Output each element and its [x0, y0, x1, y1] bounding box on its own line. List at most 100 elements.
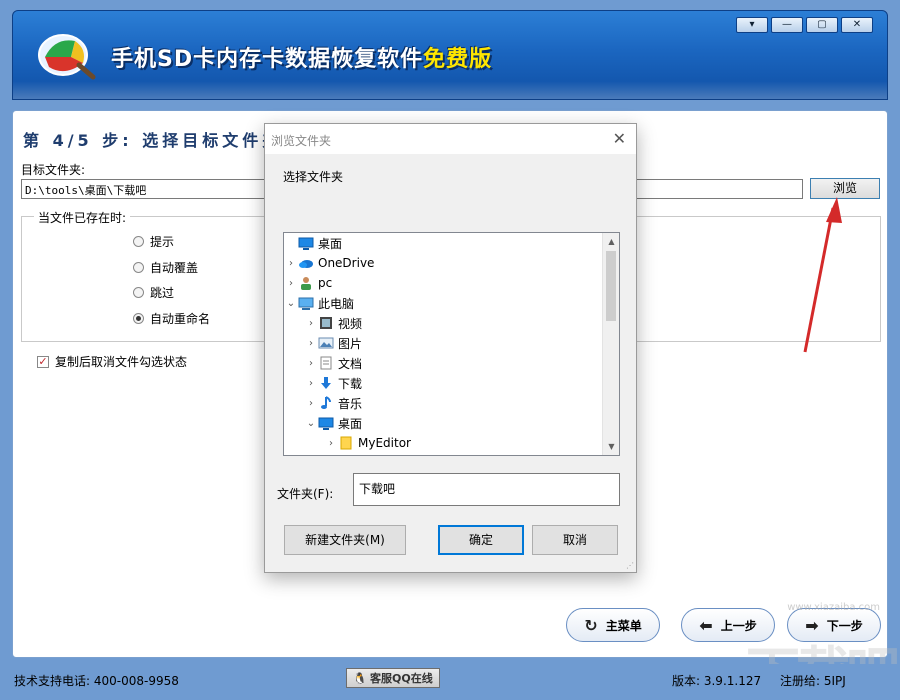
desktop-icon: [298, 236, 314, 250]
browse-folder-dialog: 浏览文件夹 ✕ 选择文件夹 桌面 › OneDrive › pc ⌄ 此电脑 ›…: [264, 123, 637, 573]
main-menu-label: 主菜单: [605, 618, 642, 633]
maximize-button[interactable]: ▢: [806, 17, 838, 33]
uncheck-after-copy-checkbox[interactable]: ✓ 复制后取消文件勾选状态: [37, 353, 187, 370]
tree-item[interactable]: › 文档: [304, 353, 362, 373]
tree-item-label: 文档: [338, 356, 363, 371]
user-icon: [298, 276, 314, 290]
dialog-title: 浏览文件夹: [271, 134, 332, 148]
chevron-right-icon[interactable]: ›: [304, 318, 318, 329]
tree-item[interactable]: ⌄ 桌面: [304, 413, 362, 433]
tree-item[interactable]: 桌面: [284, 233, 342, 253]
app-title: 手机SD卡内存卡数据恢复软件免费版: [111, 41, 492, 73]
scroll-down-icon[interactable]: ▼: [603, 438, 619, 455]
radio-prompt[interactable]: 提示: [133, 233, 174, 250]
version-text: 版本: 3.9.1.127: [672, 674, 762, 688]
tree-item-label: 下载: [338, 376, 363, 391]
tree-scrollbar[interactable]: ▲ ▼: [602, 233, 619, 455]
scroll-thumb[interactable]: [606, 251, 616, 321]
radio-auto-rename[interactable]: 自动重命名: [133, 310, 210, 327]
radio-dot: [133, 262, 144, 273]
tree-item[interactable]: › 图片: [304, 333, 362, 353]
radio-label: 自动覆盖: [150, 261, 199, 275]
tree-item[interactable]: › pc: [284, 273, 332, 293]
folder-tree[interactable]: 桌面 › OneDrive › pc ⌄ 此电脑 › 视频 › 图片 › 文档 …: [283, 232, 620, 456]
tree-item[interactable]: › 音乐: [304, 393, 362, 413]
app-title-main: 手机SD卡内存卡数据恢复软件: [111, 47, 424, 72]
tree-item-label: 图片: [338, 336, 363, 351]
radio-skip[interactable]: 跳过: [133, 284, 174, 301]
registered-to-text: 注册给: 5IPJ: [780, 674, 846, 688]
chevron-right-icon[interactable]: ›: [324, 438, 338, 449]
tree-item-label: 此电脑: [318, 296, 355, 311]
checkmark-icon: ✓: [37, 354, 49, 368]
tree-item-label: 音乐: [338, 396, 363, 411]
qq-support-label: 客服QQ在线: [370, 672, 433, 685]
dialog-close-icon[interactable]: ✕: [613, 129, 626, 148]
chevron-right-icon[interactable]: ›: [284, 258, 298, 269]
picture-icon: [318, 336, 334, 350]
radio-overwrite[interactable]: 自动覆盖: [133, 259, 198, 276]
tree-item[interactable]: › MyEditor: [324, 433, 411, 453]
tree-item-label: 视频: [338, 316, 363, 331]
title-banner: 手机SD卡内存卡数据恢复软件免费版 ▾ — ▢ ✕: [12, 10, 888, 100]
chevron-right-icon[interactable]: ›: [304, 338, 318, 349]
music-icon: [318, 396, 334, 410]
cancel-button[interactable]: 取消: [532, 525, 618, 555]
document-icon: [318, 356, 334, 370]
step-title: 第 4/5 步: 选择目标文件夹: [23, 131, 283, 150]
app-title-free: 免费版: [423, 47, 493, 72]
browse-button[interactable]: 浏览: [810, 178, 880, 199]
tree-item-label: MyEditor: [358, 436, 411, 450]
file-exists-legend: 当文件已存在时:: [34, 209, 131, 226]
magnifier-logo-icon: [38, 34, 96, 80]
desktop-icon: [318, 416, 334, 430]
radio-dot-selected: [133, 313, 144, 324]
radio-label: 提示: [150, 235, 175, 249]
tree-item-label: 桌面: [338, 416, 363, 431]
dialog-prompt: 选择文件夹: [283, 170, 344, 184]
chevron-down-icon[interactable]: ⌄: [304, 418, 318, 429]
checkbox-label: 复制后取消文件勾选状态: [55, 355, 188, 369]
video-icon: [318, 316, 334, 330]
support-phone: 技术支持电话: 400-008-9958: [14, 674, 179, 688]
radio-label: 跳过: [150, 286, 175, 300]
scroll-up-icon[interactable]: ▲: [603, 233, 619, 250]
new-folder-button[interactable]: 新建文件夹(M): [284, 525, 406, 555]
tree-item[interactable]: › 视频: [304, 313, 362, 333]
chevron-right-icon[interactable]: ›: [284, 278, 298, 289]
menu-dropdown-button[interactable]: ▾: [736, 17, 768, 33]
radio-label: 自动重命名: [150, 312, 211, 326]
cloud-icon: [298, 256, 314, 270]
watermark-url: www.xiazaiba.com: [787, 602, 880, 613]
qq-penguin-icon: 🐧: [353, 671, 367, 685]
target-folder-label: 目标文件夹:: [21, 163, 86, 177]
chevron-down-icon[interactable]: ⌄: [284, 298, 298, 309]
computer-icon: [298, 296, 314, 310]
tree-item[interactable]: ⌄ 此电脑: [284, 293, 354, 313]
tree-item[interactable]: › 下载: [304, 373, 362, 393]
main-menu-button[interactable]: ↻ 主菜单: [566, 608, 660, 642]
status-bar: 技术支持电话: 400-008-9958 🐧 客服QQ在线 版本: 3.9.1.…: [0, 664, 900, 700]
chevron-right-icon[interactable]: ›: [304, 378, 318, 389]
tree-item-label: 桌面: [318, 236, 343, 251]
radio-dot: [133, 287, 144, 298]
close-button[interactable]: ✕: [841, 17, 873, 33]
app-window: 手机SD卡内存卡数据恢复软件免费版 ▾ — ▢ ✕ 第 4/5 步: 选择目标文…: [0, 0, 900, 700]
chevron-right-icon[interactable]: ›: [304, 358, 318, 369]
ok-button[interactable]: 确定: [438, 525, 524, 555]
folder-name-input[interactable]: 下载吧: [353, 473, 620, 506]
radio-dot: [133, 236, 144, 247]
folder-icon: [338, 436, 354, 450]
chevron-right-icon[interactable]: ›: [304, 398, 318, 409]
arrow-left-icon: ⬅: [699, 615, 713, 635]
download-icon: [318, 376, 334, 390]
tree-item[interactable]: › OneDrive: [284, 253, 374, 273]
resize-grip-icon[interactable]: ⋰: [626, 561, 634, 570]
window-controls: ▾ — ▢ ✕: [736, 17, 873, 33]
qq-support-button[interactable]: 🐧 客服QQ在线: [346, 668, 440, 688]
tree-item-label: pc: [318, 276, 333, 290]
tree-item-label: OneDrive: [318, 256, 375, 270]
minimize-button[interactable]: —: [771, 17, 803, 33]
dialog-titlebar: 浏览文件夹 ✕: [265, 124, 636, 154]
folder-field-label: 文件夹(F):: [277, 487, 334, 501]
